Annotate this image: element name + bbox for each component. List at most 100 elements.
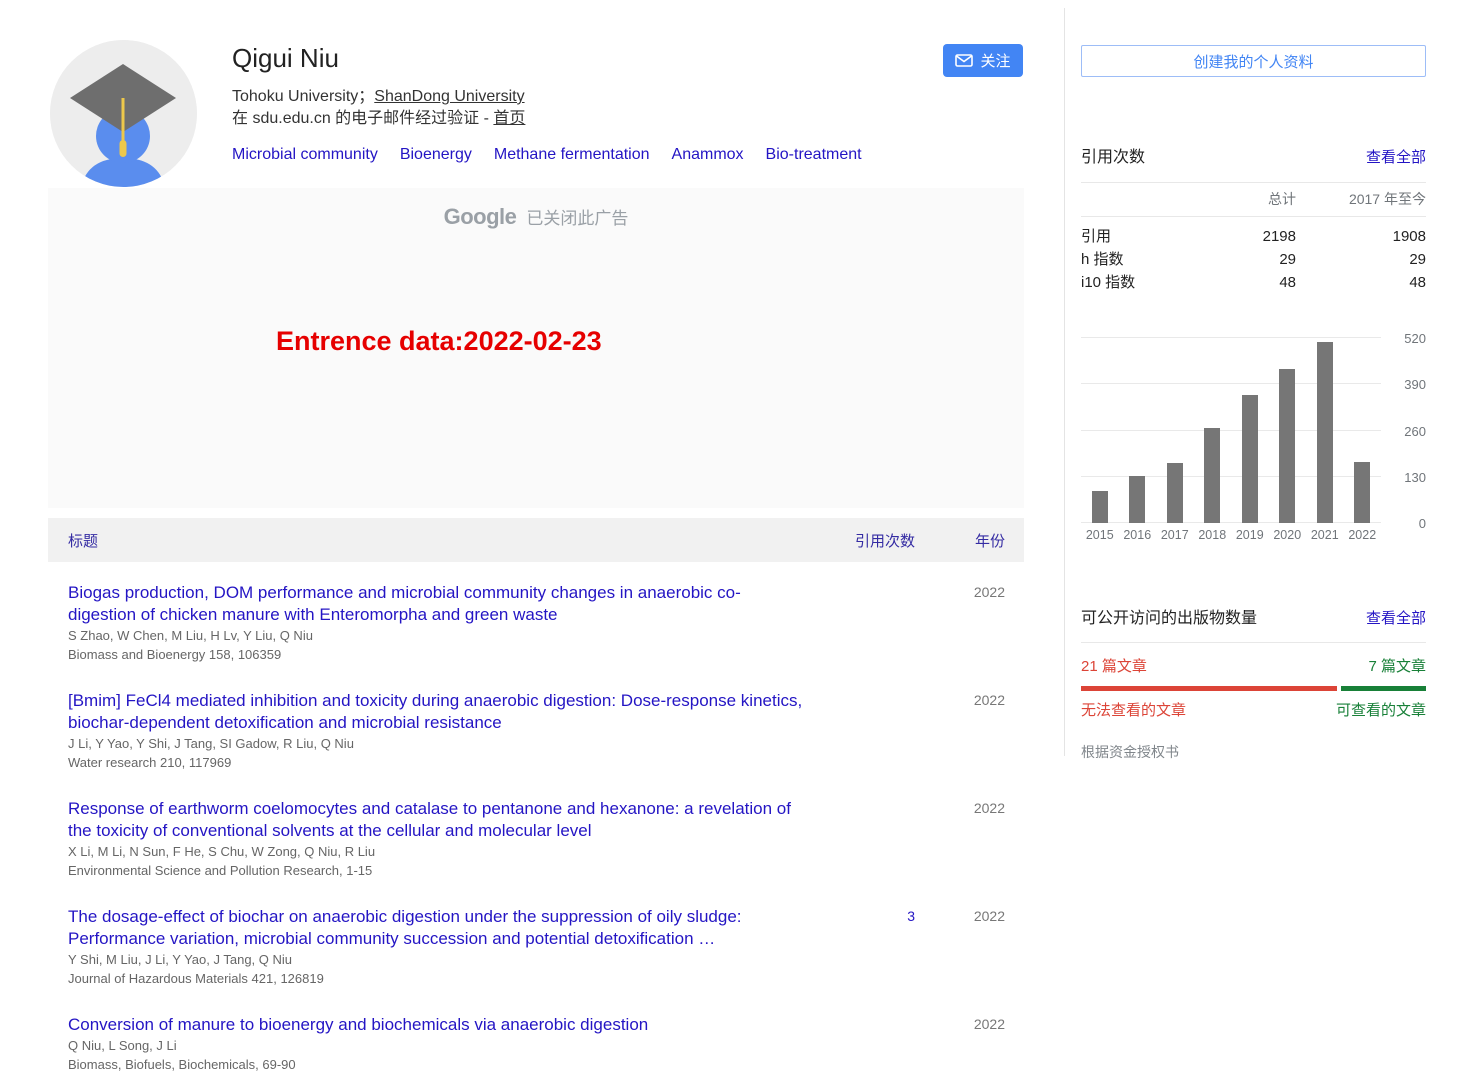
chart-y-tick-label: 130	[1404, 470, 1426, 485]
sort-by-citations-header[interactable]: 引用次数	[835, 530, 915, 551]
chart-bar[interactable]	[1279, 369, 1295, 523]
affiliation-line: Tohoku University；ShanDong University	[232, 86, 922, 108]
citations-per-year-chart: 0130260390520 20152016201720182019202020…	[1081, 338, 1426, 542]
stats-rows: 引用21981908h 指数2929i10 指数4848	[1081, 217, 1426, 294]
unavailable-bar-segment	[1081, 686, 1337, 691]
article-title-link[interactable]: Biogas production, DOM performance and m…	[68, 582, 805, 626]
stats-since-value: 1908	[1296, 225, 1426, 248]
available-count: 7 篇文章	[1368, 655, 1426, 676]
follow-button[interactable]: 关注	[943, 44, 1023, 77]
article-venue: Biomass and Bioenergy 158, 106359	[68, 646, 805, 664]
chart-y-tick-label: 390	[1404, 377, 1426, 392]
scholar-profile-page: Qigui Niu Tohoku University；ShanDong Uni…	[0, 0, 1476, 1042]
chart-bar[interactable]	[1317, 342, 1333, 523]
chart-bar[interactable]	[1167, 463, 1183, 523]
interest-link[interactable]: Methane fermentation	[494, 146, 650, 163]
stats-row: 引用21981908	[1081, 225, 1426, 248]
article-year: 2022	[933, 906, 1005, 988]
chart-x-axis-labels: 20152016201720182019202020212022	[1081, 528, 1381, 542]
public-access-view-all-link[interactable]: 查看全部	[1366, 607, 1426, 628]
stats-row: h 指数2929	[1081, 248, 1426, 271]
verified-email-line: 在 sdu.edu.cn 的电子邮件经过验证 - 首页	[232, 108, 922, 130]
stats-since-value: 29	[1296, 248, 1426, 271]
follow-button-label: 关注	[980, 50, 1010, 71]
chart-bar[interactable]	[1204, 428, 1220, 523]
profile-info: Qigui Niu Tohoku University；ShanDong Uni…	[232, 42, 922, 166]
cited-by-view-all-link[interactable]: 查看全部	[1366, 146, 1426, 167]
article-cited-by	[835, 1014, 915, 1074]
mail-icon	[955, 54, 973, 67]
article-year: 2022	[933, 582, 1005, 664]
chart-x-tick-label: 2019	[1231, 528, 1269, 542]
interest-link[interactable]: Bioenergy	[400, 146, 472, 163]
chart-x-tick-label: 2020	[1269, 528, 1307, 542]
chart-bar[interactable]	[1354, 462, 1370, 523]
avatar[interactable]	[50, 40, 197, 187]
article-title-link[interactable]: Response of earthworm coelomocytes and c…	[68, 798, 805, 842]
article-main: Biogas production, DOM performance and m…	[68, 582, 835, 664]
chart-bar[interactable]	[1092, 491, 1108, 523]
article-title-link[interactable]: The dosage-effect of biochar on anaerobi…	[68, 906, 805, 950]
profile-header: Qigui Niu Tohoku University；ShanDong Uni…	[48, 0, 1024, 188]
article-main: Conversion of manure to bioenergy and bi…	[68, 1014, 835, 1074]
article-authors: Q Niu, L Song, J Li	[68, 1037, 805, 1055]
article-main: The dosage-effect of biochar on anaerobi…	[68, 906, 835, 988]
affiliation-text: Tohoku University；	[232, 88, 374, 105]
chart-bar[interactable]	[1242, 395, 1258, 523]
sort-by-title-header[interactable]: 标题	[48, 530, 835, 551]
stats-row-label[interactable]: h 指数	[1081, 248, 1196, 271]
sort-by-year-header[interactable]: 年份	[933, 530, 1005, 551]
ad-closed-text: 已关闭此广告	[526, 209, 628, 228]
article-year: 2022	[933, 798, 1005, 880]
unavailable-label: 无法查看的文章	[1081, 699, 1186, 720]
stats-header-row: 总计 2017 年至今	[1081, 182, 1426, 217]
article-cited-by: 3	[835, 906, 915, 988]
google-logo: Google	[444, 204, 517, 229]
article-row: Conversion of manure to bioenergy and bi…	[48, 994, 1024, 1080]
entrance-date-watermark: Entrence data:2022-02-23	[276, 326, 602, 357]
stats-col-total: 总计	[1196, 188, 1296, 211]
create-profile-button[interactable]: 创建我的个人资料	[1081, 45, 1426, 77]
article-title-link[interactable]: Conversion of manure to bioenergy and bi…	[68, 1014, 648, 1036]
chart-bars	[1081, 338, 1381, 523]
funding-mandates-note: 根据资金授权书	[1081, 742, 1426, 762]
chart-x-tick-label: 2015	[1081, 528, 1119, 542]
chart-y-tick-label: 260	[1404, 424, 1426, 439]
article-cited-by	[835, 690, 915, 772]
interest-link[interactable]: Anammox	[672, 146, 744, 163]
chart-plot-area	[1081, 338, 1381, 523]
chart-bar[interactable]	[1129, 476, 1145, 523]
homepage-link[interactable]: 首页	[493, 110, 525, 127]
article-venue: Biomass, Biofuels, Biochemicals, 69-90	[68, 1056, 805, 1074]
chart-y-axis-labels: 0130260390520	[1381, 338, 1426, 523]
article-year: 2022	[933, 1014, 1005, 1074]
chart-x-tick-label: 2021	[1306, 528, 1344, 542]
article-row: Biogas production, DOM performance and m…	[48, 562, 1024, 670]
chart-bar-column	[1194, 338, 1232, 523]
interest-link[interactable]: Microbial community	[232, 146, 378, 163]
chart-bar-column	[1081, 338, 1119, 523]
article-title-link[interactable]: [Bmim] FeCl4 mediated inhibition and tox…	[68, 690, 805, 734]
chart-bar-column	[1344, 338, 1382, 523]
stats-row-label[interactable]: 引用	[1081, 225, 1196, 248]
affiliation-link[interactable]: ShanDong University	[374, 88, 524, 105]
article-authors: S Zhao, W Chen, M Liu, H Lv, Y Liu, Q Ni…	[68, 627, 805, 645]
stats-row: i10 指数4848	[1081, 271, 1426, 294]
public-access-title: 可公开访问的出版物数量	[1081, 604, 1257, 628]
public-access-divider	[1081, 642, 1426, 643]
cited-by-count-link[interactable]: 3	[907, 908, 915, 924]
chart-x-tick-label: 2018	[1194, 528, 1232, 542]
article-authors: X Li, M Li, N Sun, F He, S Chu, W Zong, …	[68, 843, 805, 861]
cited-by-section-header: 引用次数 查看全部	[1081, 143, 1426, 167]
ad-placeholder: Google 已关闭此广告 Entrence data:2022-02-23	[48, 188, 1024, 508]
interest-link[interactable]: Bio-treatment	[766, 146, 862, 163]
article-cited-by	[835, 582, 915, 664]
available-bar-segment	[1341, 686, 1426, 691]
public-access-labels: 无法查看的文章 可查看的文章	[1081, 699, 1426, 720]
articles-list: Biogas production, DOM performance and m…	[48, 562, 1024, 1080]
article-authors: J Li, Y Yao, Y Shi, J Tang, SI Gadow, R …	[68, 735, 805, 753]
article-venue: Environmental Science and Pollution Rese…	[68, 862, 805, 880]
stats-header-spacer	[1081, 188, 1196, 211]
article-main: [Bmim] FeCl4 mediated inhibition and tox…	[68, 690, 835, 772]
stats-row-label[interactable]: i10 指数	[1081, 271, 1196, 294]
